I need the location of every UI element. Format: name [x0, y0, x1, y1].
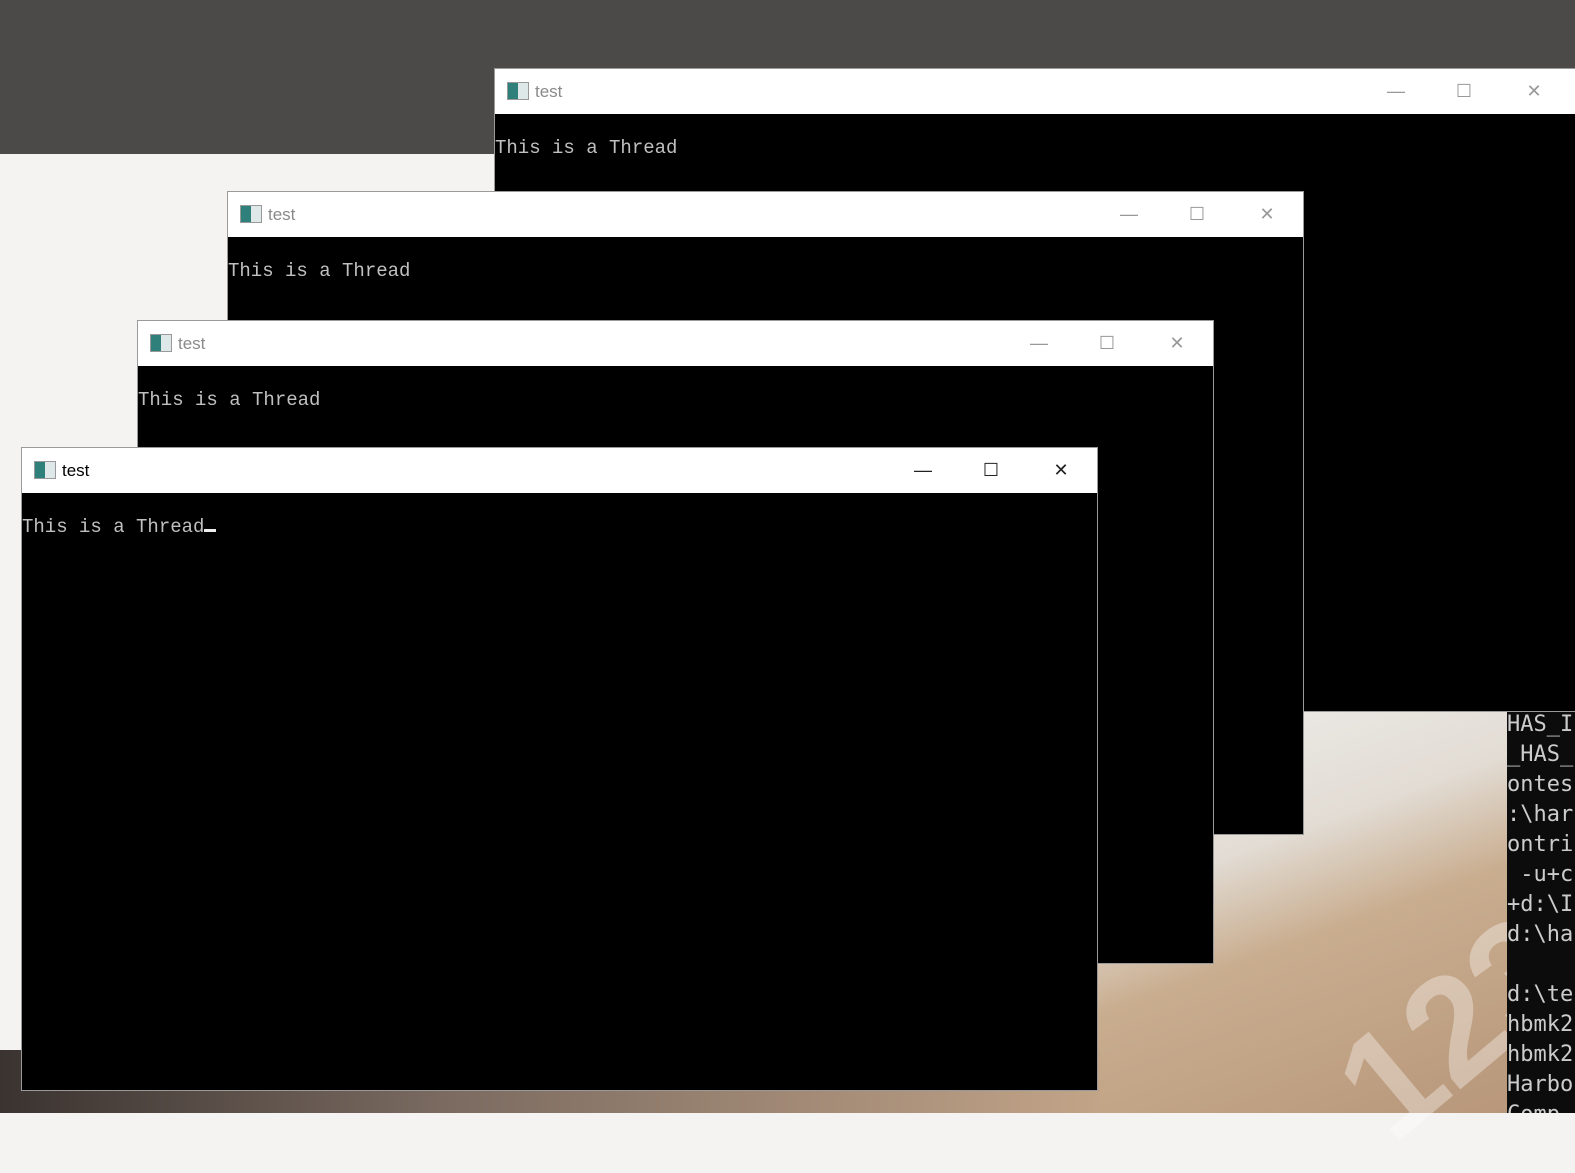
window-title: test [62, 461, 90, 480]
background-terminal[interactable]: HAS_I _HAS_ontes :\har ontri -u+c +d:\I d:\ha… [1507, 710, 1575, 1113]
console-app-icon [240, 205, 262, 223]
terminal-line: Comp [1507, 1100, 1575, 1113]
close-button[interactable]: ✕ [1027, 448, 1095, 493]
maximize-button[interactable]: ☐ [1073, 321, 1141, 366]
minimize-button[interactable]: — [1095, 192, 1163, 237]
console-window-active[interactable]: test — ☐ ✕ This is a Thread [21, 447, 1098, 1091]
console-output: This is a Thread [228, 260, 411, 282]
terminal-line: hbmk2 [1507, 1042, 1574, 1067]
console-output: This is a Thread [495, 137, 678, 159]
minimize-button[interactable]: — [1362, 69, 1430, 114]
title-bar[interactable]: test — ☐ ✕ [495, 69, 1575, 114]
console-output: This is a Thread [22, 516, 1097, 538]
terminal-line: :\har [1507, 802, 1574, 827]
console-app-icon [507, 82, 529, 100]
title-bar[interactable]: test — ☐ ✕ [228, 192, 1303, 237]
minimize-button[interactable]: — [1005, 321, 1073, 366]
title-bar[interactable]: test — ☐ ✕ [22, 448, 1097, 493]
terminal-line: -u+c [1507, 862, 1574, 887]
terminal-line: _HAS_ [1507, 742, 1574, 767]
close-button[interactable]: ✕ [1143, 321, 1211, 366]
terminal-line: ontri [1507, 832, 1574, 857]
terminal-line: ontes [1507, 772, 1574, 797]
close-button[interactable]: ✕ [1500, 69, 1568, 114]
terminal-line: +d:\I [1507, 892, 1574, 917]
title-bar[interactable]: test — ☐ ✕ [138, 321, 1213, 366]
terminal-line: d:\ha [1507, 922, 1574, 947]
console-app-icon [34, 461, 56, 479]
maximize-button[interactable]: ☐ [1430, 69, 1498, 114]
terminal-line: d:\te [1507, 982, 1574, 1007]
console-output-text: This is a Thread [22, 516, 205, 538]
terminal-line: HAS_I [1507, 712, 1574, 737]
console-output: This is a Thread [138, 389, 321, 411]
minimize-button[interactable]: — [889, 448, 957, 493]
terminal-line: Harbo [1507, 1072, 1574, 1097]
terminal-line: hbmk2 [1507, 1012, 1574, 1037]
window-title: test [268, 205, 296, 224]
window-title: test [535, 82, 563, 101]
close-button[interactable]: ✕ [1233, 192, 1301, 237]
window-title: test [178, 334, 206, 353]
text-cursor [204, 529, 217, 532]
maximize-button[interactable]: ☐ [1163, 192, 1231, 237]
console-app-icon [150, 334, 172, 352]
maximize-button[interactable]: ☐ [957, 448, 1025, 493]
